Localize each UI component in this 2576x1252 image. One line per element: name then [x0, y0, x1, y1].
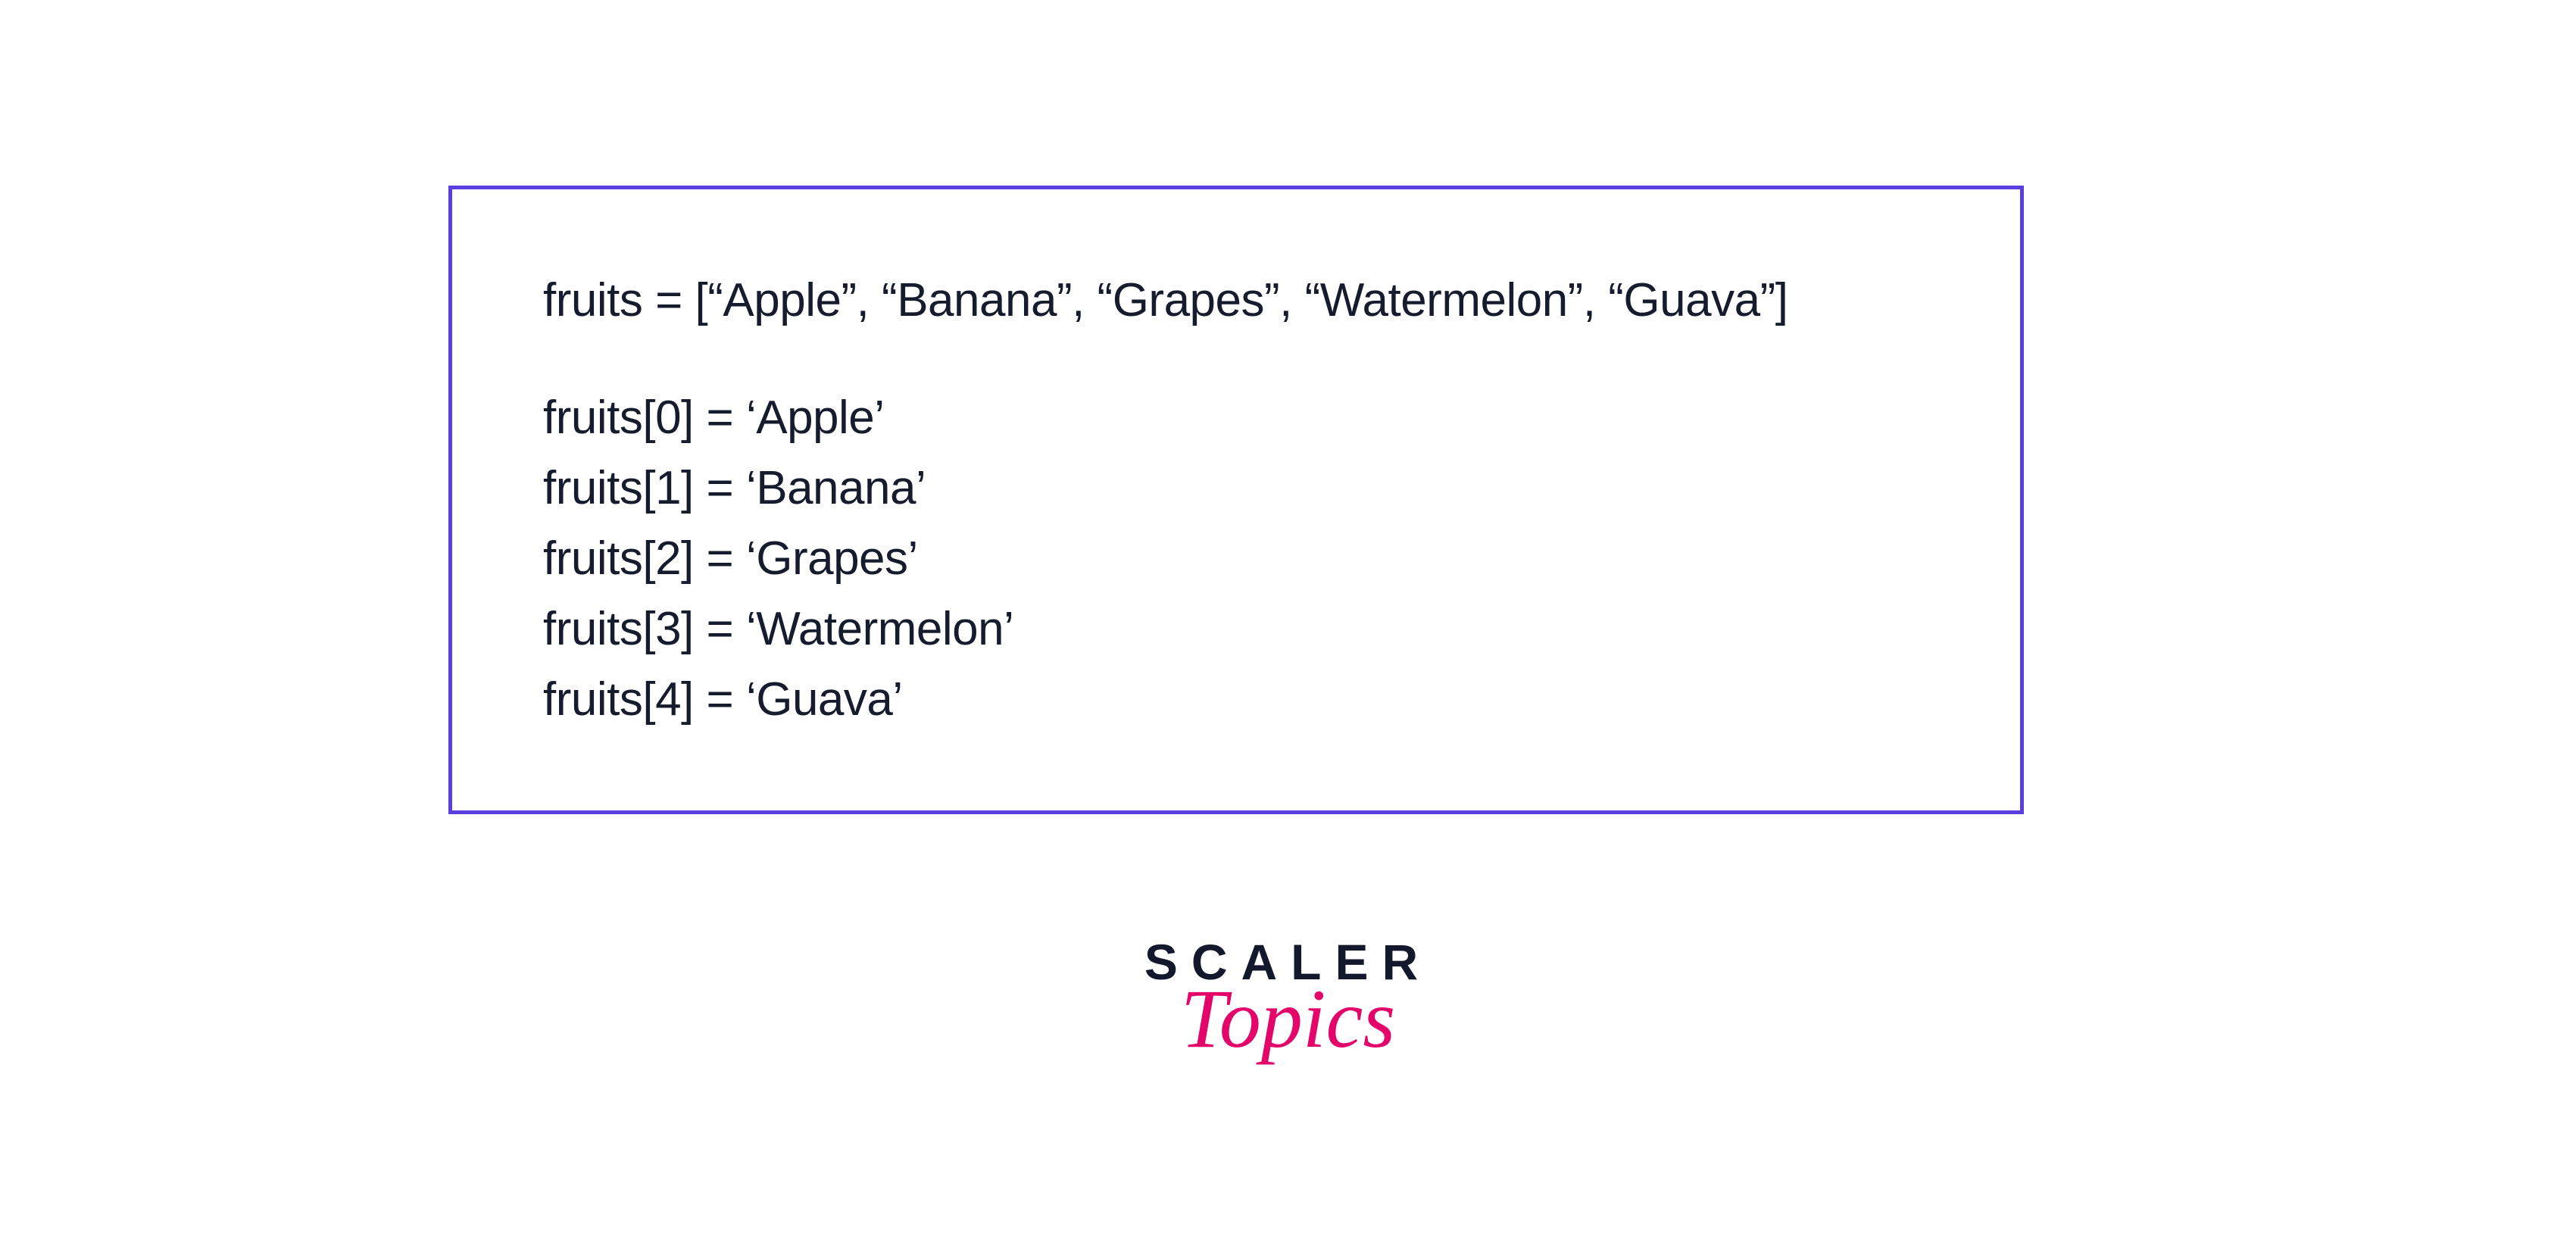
- brand-logo: SCALER Topics: [1144, 933, 1432, 1067]
- code-box: fruits = [“Apple”, “Banana”, “Grapes”, “…: [448, 186, 2024, 814]
- code-line-1: fruits[1] = ‘Banana’: [543, 453, 1944, 523]
- logo-sub-text: Topics: [1144, 971, 1432, 1067]
- canvas: fruits = [“Apple”, “Banana”, “Grapes”, “…: [0, 0, 2576, 1252]
- code-line-2: fruits[2] = ‘Grapes’: [543, 523, 1944, 594]
- code-line-4: fruits[4] = ‘Guava’: [543, 664, 1944, 735]
- code-line-3: fruits[3] = ‘Watermelon’: [543, 594, 1944, 664]
- code-line-0: fruits[0] = ‘Apple’: [543, 382, 1944, 453]
- code-declaration: fruits = [“Apple”, “Banana”, “Grapes”, “…: [543, 265, 1944, 336]
- blank-line: [543, 336, 1944, 382]
